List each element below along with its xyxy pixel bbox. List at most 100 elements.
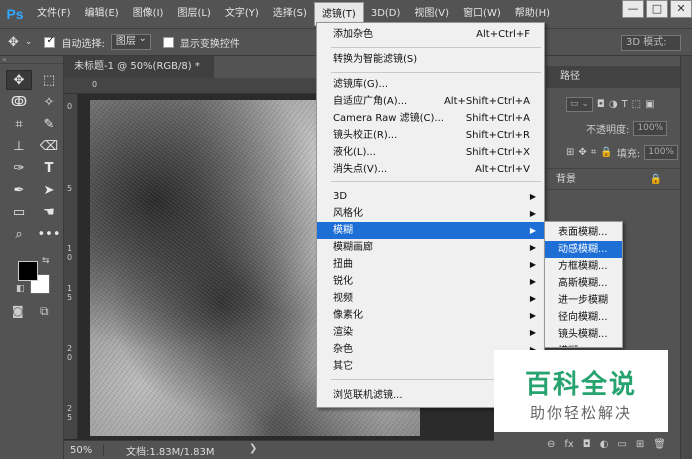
blur-submenu: 表面模糊... 动感模糊... 方框模糊... 高斯模糊... 进一步模糊 径向… [544, 221, 623, 348]
submenu-item-surface-blur[interactable]: 表面模糊... [545, 224, 622, 241]
submenu-item-box-blur[interactable]: 方框模糊... [545, 258, 622, 275]
default-colors-icon[interactable]: ◧ [16, 284, 25, 294]
submenu-arrow-icon: ▶ [529, 192, 536, 201]
menu-item-label: 转换为智能滤镜(S) [333, 54, 418, 65]
menu-file[interactable]: 文件(F) [30, 2, 78, 26]
add-mask-icon[interactable]: ◘ [583, 439, 591, 450]
move-tool-icon[interactable]: ✥ [6, 70, 32, 90]
foreground-color-swatch[interactable] [18, 261, 38, 281]
minimize-button[interactable]: — [622, 0, 644, 18]
layer-kind-filter[interactable]: ▭ ⌄ [566, 96, 593, 112]
ruler-left-label: 2 5 [67, 404, 73, 422]
toolbar-grip[interactable]: « [0, 56, 63, 64]
filter-type-icon[interactable]: T [622, 99, 628, 110]
submenu-item-lens-blur[interactable]: 镜头模糊... [545, 326, 622, 343]
menu-edit[interactable]: 编辑(E) [78, 2, 126, 26]
new-group-icon[interactable]: ▭ [617, 439, 626, 450]
crop-tool-icon[interactable]: ⌗ [6, 114, 32, 134]
document-info[interactable]: 文档:1.83M/1.83M [104, 443, 215, 458]
auto-select-target-dropdown[interactable]: 图层 [110, 32, 151, 50]
zoom-level[interactable]: 50% [64, 444, 104, 456]
fill-field[interactable]: 100% [644, 144, 678, 160]
right-collapsed-panel-strip[interactable] [680, 56, 692, 459]
zoom-tool-icon[interactable]: ⌕ [6, 224, 32, 244]
submenu-item-radial-blur[interactable]: 径向模糊... [545, 309, 622, 326]
submenu-item-blur-more[interactable]: 进一步模糊 [545, 292, 622, 309]
menu-item-adaptive-wide-angle[interactable]: 自适应广角(A)... Alt+Shift+Ctrl+A [317, 93, 544, 110]
menu-separator [331, 181, 541, 182]
opacity-field[interactable]: 100% [633, 120, 668, 136]
shortcut-label: Shift+Ctrl+R [465, 130, 530, 141]
menu-type[interactable]: 文字(Y) [218, 2, 266, 26]
delete-layer-icon[interactable]: 🗑 [653, 439, 666, 450]
hand-tool-icon[interactable]: ☚ [36, 202, 62, 222]
menu-item-render[interactable]: 渲染 ▶ [317, 324, 544, 341]
brush-tool-icon[interactable]: ✎ [36, 114, 62, 134]
menu-item-convert-smart-filter[interactable]: 转换为智能滤镜(S) [317, 51, 544, 68]
layer-background[interactable]: 背景 🔒 [546, 168, 692, 190]
submenu-item-blur[interactable]: 模糊 [545, 343, 622, 347]
menu-image[interactable]: 图像(I) [126, 2, 171, 26]
menu-item-lens-correction[interactable]: 镜头校正(R)... Shift+Ctrl+R [317, 127, 544, 144]
new-layer-icon[interactable]: ⊞ [636, 439, 644, 450]
menu-item-3d[interactable]: 3D ▶ [317, 188, 544, 205]
magic-wand-icon[interactable]: ✧ [36, 92, 62, 112]
type-tool-icon[interactable]: T [36, 158, 62, 178]
more-tools-icon[interactable]: ••• [36, 224, 62, 244]
menu-layer[interactable]: 图层(L) [170, 2, 217, 26]
menu-item-camera-raw[interactable]: Camera Raw 滤镜(C)... Shift+Ctrl+A [317, 110, 544, 127]
lock-pixel-icon[interactable]: ⊞ [566, 147, 574, 158]
menu-item-blur-gallery[interactable]: 模糊画廊 ▶ [317, 239, 544, 256]
lock-position-icon[interactable]: ✥ [578, 147, 586, 158]
menu-item-label: 模糊 [333, 225, 353, 236]
lasso-tool-icon[interactable]: ↂ [6, 92, 32, 112]
marquee-tool-icon[interactable]: ⬚ [36, 70, 62, 90]
shortcut-label: Alt+Shift+Ctrl+A [443, 96, 530, 107]
pen-tool-icon[interactable]: ✒ [6, 180, 32, 200]
menu-select[interactable]: 选择(S) [266, 2, 314, 26]
menu-item-filter-gallery[interactable]: 滤镜库(G)... [317, 76, 544, 93]
menu-item-video[interactable]: 视频 ▶ [317, 290, 544, 307]
filter-smart-icon[interactable]: ▣ [645, 99, 654, 110]
document-tab[interactable]: 未标题-1 @ 50%(RGB/8) * × [64, 56, 214, 94]
show-transform-checkbox[interactable] [162, 36, 174, 48]
path-select-icon[interactable]: ➤ [36, 180, 62, 200]
auto-select-checkbox[interactable] [44, 35, 56, 48]
submenu-item-motion-blur[interactable]: 动感模糊... [545, 241, 622, 258]
link-layers-icon[interactable]: ⊖ [547, 439, 555, 450]
swap-colors-icon[interactable]: ⇆ [42, 256, 50, 266]
lock-artboard-icon[interactable]: ⌗ [591, 147, 597, 158]
screen-mode-icon[interactable]: ⧉ [40, 304, 49, 319]
maximize-button[interactable]: □ [646, 0, 668, 18]
menu-item-blur[interactable]: 模糊 ▶ [317, 222, 544, 239]
3d-mode-label[interactable]: 3D 模式: [621, 35, 681, 51]
adjustment-layer-icon[interactable]: ◐ [600, 439, 609, 450]
menu-item-label: 浏览联机滤镜... [333, 390, 403, 401]
menu-item-distort[interactable]: 扭曲 ▶ [317, 256, 544, 273]
eraser-tool-icon[interactable]: ⌫ [36, 136, 62, 156]
fx-icon[interactable]: fx [564, 439, 573, 450]
lock-all-icon[interactable]: 🔒 [600, 147, 612, 158]
tab-paths[interactable]: 路径 [560, 66, 580, 88]
move-tool-icon[interactable]: ✥ [8, 35, 19, 50]
menu-item-vanishing-point[interactable]: 消失点(V)... Alt+Ctrl+V [317, 161, 544, 178]
filter-shape-icon[interactable]: ⬚ [632, 99, 641, 110]
menu-item-liquify[interactable]: 液化(L)... Shift+Ctrl+X [317, 144, 544, 161]
menu-item-add-noise[interactable]: 添加杂色 Alt+Ctrl+F [317, 26, 544, 43]
window-controls: — □ ✕ [620, 0, 692, 18]
menu-item-sharpen[interactable]: 锐化 ▶ [317, 273, 544, 290]
filter-pixel-icon[interactable]: ◘ [597, 99, 605, 110]
rectangle-tool-icon[interactable]: ▭ [6, 202, 32, 222]
stamp-tool-icon[interactable]: ⊥ [6, 136, 32, 156]
chevron-down-icon[interactable]: ⌄ [25, 37, 33, 47]
menu-item-stylize[interactable]: 风格化 ▶ [317, 205, 544, 222]
layer-filter-row: ▭ ⌄ ◘ ◑ T ⬚ ▣ [546, 92, 692, 116]
menu-item-label: 渲染 [333, 327, 353, 338]
close-button[interactable]: ✕ [670, 0, 692, 18]
menu-item-pixelate[interactable]: 像素化 ▶ [317, 307, 544, 324]
dodge-tool-icon[interactable]: ✑ [6, 158, 32, 178]
submenu-item-gaussian-blur[interactable]: 高斯模糊... [545, 275, 622, 292]
status-menu-arrow-icon[interactable]: ❯ [249, 443, 257, 454]
quick-mask-icon[interactable]: ◙ [12, 304, 24, 318]
filter-adjust-icon[interactable]: ◑ [609, 99, 618, 110]
